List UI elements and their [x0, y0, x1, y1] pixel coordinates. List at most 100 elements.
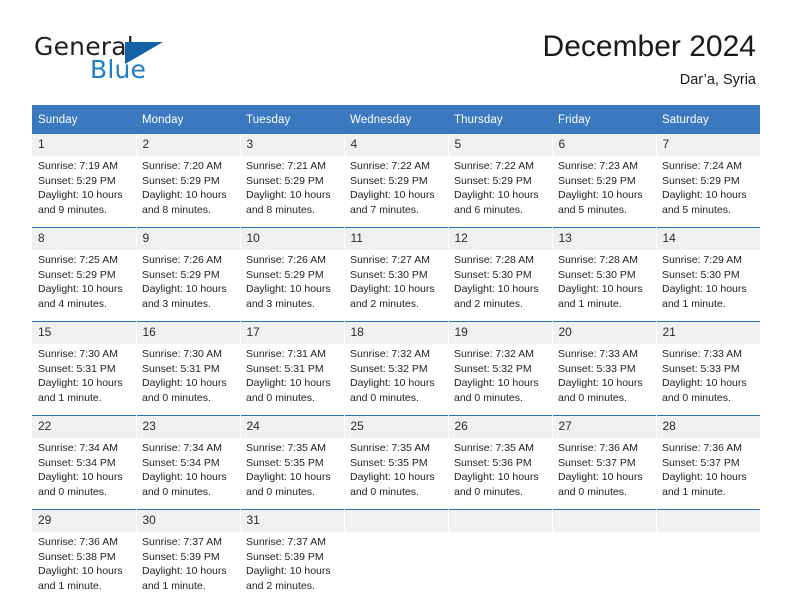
daylight-text-line1: Daylight: 10 hours [246, 565, 331, 578]
sunset-text: Sunset: 5:29 PM [38, 268, 116, 281]
title-block: December 2024 Dar’a, Syria [543, 28, 756, 90]
day-number[interactable]: 17 [240, 321, 345, 344]
day-number[interactable]: 12 [448, 227, 553, 250]
daylight-text-line2: and 0 minutes. [662, 391, 731, 404]
day-number-empty [448, 509, 553, 532]
day-number[interactable]: 24 [240, 415, 345, 438]
daylight-text-line2: and 2 minutes. [454, 297, 523, 310]
day-number[interactable]: 23 [136, 415, 241, 438]
day-number[interactable]: 31 [240, 509, 345, 532]
day-cell[interactable]: Sunrise: 7:30 AM Sunset: 5:31 PM Dayligh… [136, 344, 240, 416]
day-number[interactable]: 11 [344, 227, 449, 250]
sunset-text: Sunset: 5:37 PM [558, 456, 636, 469]
day-number-empty [344, 509, 449, 532]
day-cell[interactable]: Sunrise: 7:22 AM Sunset: 5:29 PM Dayligh… [344, 156, 448, 228]
day-cell[interactable]: Sunrise: 7:28 AM Sunset: 5:30 PM Dayligh… [448, 250, 552, 322]
day-cell[interactable]: Sunrise: 7:37 AM Sunset: 5:39 PM Dayligh… [136, 532, 240, 603]
day-cell[interactable]: Sunrise: 7:24 AM Sunset: 5:29 PM Dayligh… [656, 156, 760, 228]
day-number[interactable]: 10 [240, 227, 345, 250]
day-number[interactable]: 1 [32, 134, 137, 156]
day-number[interactable]: 9 [136, 227, 241, 250]
day-cell[interactable]: Sunrise: 7:31 AM Sunset: 5:31 PM Dayligh… [240, 344, 344, 416]
day-cell[interactable]: Sunrise: 7:27 AM Sunset: 5:30 PM Dayligh… [344, 250, 448, 322]
day-number[interactable]: 15 [32, 321, 137, 344]
day-cell[interactable]: Sunrise: 7:35 AM Sunset: 5:36 PM Dayligh… [448, 438, 552, 510]
daylight-text-line1: Daylight: 10 hours [454, 189, 539, 202]
day-cell[interactable]: Sunrise: 7:26 AM Sunset: 5:29 PM Dayligh… [136, 250, 240, 322]
sunrise-text: Sunrise: 7:34 AM [142, 442, 222, 454]
day-cell[interactable]: Sunrise: 7:26 AM Sunset: 5:29 PM Dayligh… [240, 250, 344, 322]
day-number[interactable]: 19 [448, 321, 553, 344]
day-info-row: Sunrise: 7:30 AM Sunset: 5:31 PM Dayligh… [32, 344, 760, 416]
day-cell[interactable]: Sunrise: 7:36 AM Sunset: 5:37 PM Dayligh… [656, 438, 760, 510]
page-title: December 2024 [542, 30, 756, 63]
day-number[interactable]: 20 [552, 321, 657, 344]
day-number[interactable]: 3 [240, 134, 345, 156]
calendar-week-4: 22 23 24 25 26 27 28 Sunrise: 7:34 AM Su… [32, 415, 760, 510]
day-cell[interactable]: Sunrise: 7:21 AM Sunset: 5:29 PM Dayligh… [240, 156, 344, 228]
day-number[interactable]: 14 [656, 227, 760, 250]
calendar-header-row: Sunday Monday Tuesday Wednesday Thursday… [32, 105, 760, 134]
day-number[interactable]: 13 [552, 227, 657, 250]
daylight-text-line2: and 0 minutes. [142, 485, 211, 498]
day-cell[interactable]: Sunrise: 7:20 AM Sunset: 5:29 PM Dayligh… [136, 156, 240, 228]
sunset-text: Sunset: 5:35 PM [246, 456, 324, 469]
day-cell[interactable]: Sunrise: 7:19 AM Sunset: 5:29 PM Dayligh… [32, 156, 136, 228]
day-cell[interactable]: Sunrise: 7:29 AM Sunset: 5:30 PM Dayligh… [656, 250, 760, 322]
day-number[interactable]: 21 [656, 321, 760, 344]
sunset-text: Sunset: 5:29 PM [142, 268, 220, 281]
day-number[interactable]: 25 [344, 415, 449, 438]
sunrise-text: Sunrise: 7:36 AM [38, 536, 118, 548]
daylight-text-line2: and 2 minutes. [350, 297, 419, 310]
sunrise-text: Sunrise: 7:35 AM [350, 442, 430, 454]
daylight-text-line1: Daylight: 10 hours [454, 377, 539, 390]
daylight-text-line1: Daylight: 10 hours [38, 189, 123, 202]
day-cell[interactable]: Sunrise: 7:34 AM Sunset: 5:34 PM Dayligh… [32, 438, 136, 510]
day-cell[interactable]: Sunrise: 7:37 AM Sunset: 5:39 PM Dayligh… [240, 532, 344, 603]
day-cell[interactable]: Sunrise: 7:33 AM Sunset: 5:33 PM Dayligh… [552, 344, 656, 416]
day-cell[interactable]: Sunrise: 7:35 AM Sunset: 5:35 PM Dayligh… [344, 438, 448, 510]
day-cell[interactable]: Sunrise: 7:23 AM Sunset: 5:29 PM Dayligh… [552, 156, 656, 228]
general-blue-logo[interactable]: General Blue [34, 32, 234, 88]
day-cell[interactable]: Sunrise: 7:35 AM Sunset: 5:35 PM Dayligh… [240, 438, 344, 510]
daylight-text-line1: Daylight: 10 hours [558, 283, 643, 296]
daylight-text-line2: and 1 minute. [38, 391, 102, 404]
day-number[interactable]: 5 [448, 134, 553, 156]
day-number[interactable]: 30 [136, 509, 241, 532]
day-cell[interactable]: Sunrise: 7:30 AM Sunset: 5:31 PM Dayligh… [32, 344, 136, 416]
calendar-week-1: 1 2 3 4 5 6 7 Sunrise: 7:19 AM Sunset: 5… [32, 134, 760, 228]
day-cell-empty [656, 532, 760, 603]
day-cell[interactable]: Sunrise: 7:36 AM Sunset: 5:38 PM Dayligh… [32, 532, 136, 603]
day-number[interactable]: 28 [656, 415, 760, 438]
day-number[interactable]: 18 [344, 321, 449, 344]
day-cell[interactable]: Sunrise: 7:36 AM Sunset: 5:37 PM Dayligh… [552, 438, 656, 510]
day-number[interactable]: 7 [656, 134, 760, 156]
day-number[interactable]: 29 [32, 509, 137, 532]
day-number[interactable]: 2 [136, 134, 241, 156]
sunset-text: Sunset: 5:38 PM [38, 550, 116, 563]
day-number[interactable]: 16 [136, 321, 241, 344]
day-number[interactable]: 6 [552, 134, 657, 156]
day-cell[interactable]: Sunrise: 7:34 AM Sunset: 5:34 PM Dayligh… [136, 438, 240, 510]
sunrise-text: Sunrise: 7:28 AM [454, 254, 534, 266]
day-number[interactable]: 8 [32, 227, 137, 250]
day-cell[interactable]: Sunrise: 7:32 AM Sunset: 5:32 PM Dayligh… [448, 344, 552, 416]
day-cell[interactable]: Sunrise: 7:28 AM Sunset: 5:30 PM Dayligh… [552, 250, 656, 322]
weekday-header-monday: Monday [136, 105, 240, 134]
sunrise-text: Sunrise: 7:28 AM [558, 254, 638, 266]
day-cell[interactable]: Sunrise: 7:33 AM Sunset: 5:33 PM Dayligh… [656, 344, 760, 416]
sunrise-text: Sunrise: 7:33 AM [662, 348, 742, 360]
day-cell[interactable]: Sunrise: 7:32 AM Sunset: 5:32 PM Dayligh… [344, 344, 448, 416]
day-cell[interactable]: Sunrise: 7:25 AM Sunset: 5:29 PM Dayligh… [32, 250, 136, 322]
day-number[interactable]: 4 [344, 134, 449, 156]
daylight-text-line1: Daylight: 10 hours [142, 283, 227, 296]
day-cell[interactable]: Sunrise: 7:22 AM Sunset: 5:29 PM Dayligh… [448, 156, 552, 228]
sunrise-text: Sunrise: 7:24 AM [662, 160, 742, 172]
daylight-text-line1: Daylight: 10 hours [350, 283, 435, 296]
day-number[interactable]: 22 [32, 415, 137, 438]
daynum-row: 22 23 24 25 26 27 28 [32, 415, 760, 438]
daylight-text-line2: and 9 minutes. [38, 203, 107, 216]
day-number[interactable]: 27 [552, 415, 657, 438]
daylight-text-line2: and 8 minutes. [246, 203, 315, 216]
day-number[interactable]: 26 [448, 415, 553, 438]
